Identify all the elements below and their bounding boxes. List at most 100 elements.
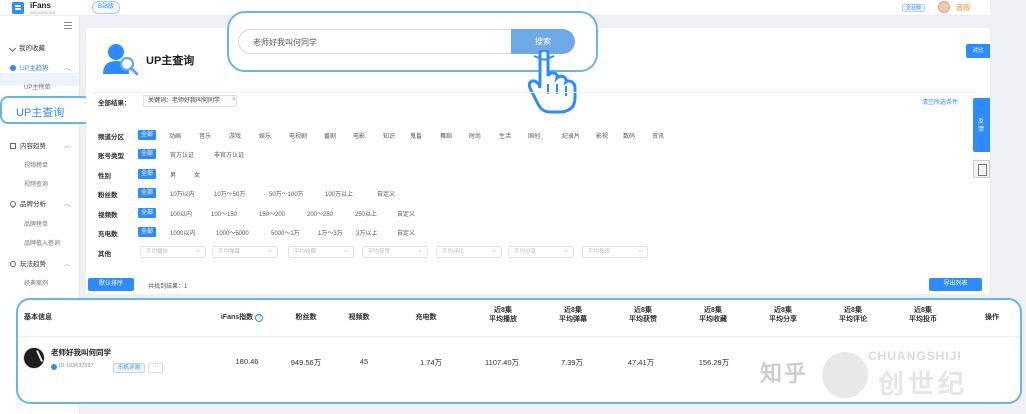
- filter-option[interactable]: 自定义: [377, 189, 395, 198]
- filter-dropdown[interactable]: 平均投币: [582, 246, 648, 258]
- sidebar-item-up-query[interactable]: UP主查询: [0, 96, 92, 124]
- table-header-cell[interactable]: 视频数: [342, 313, 376, 322]
- filter-option[interactable]: 音乐: [199, 131, 211, 140]
- sidebar-item-brand-analysis[interactable]: 品牌分析: [8, 198, 46, 209]
- filter-option[interactable]: 鬼畜: [410, 131, 422, 140]
- filter-option[interactable]: 3万以上: [356, 228, 377, 237]
- cell-avg-danmu: 7.39万: [560, 358, 584, 367]
- sidebar-item-label: 玩法趋势: [20, 261, 46, 268]
- filter-option[interactable]: 200～250: [307, 209, 333, 218]
- sidebar-item-video-query[interactable]: 视频查询: [24, 179, 48, 188]
- filter-option[interactable]: 150～200: [259, 209, 285, 218]
- filter-option[interactable]: 100～150: [211, 209, 237, 218]
- table-header-cell[interactable]: 近8集 平均投币: [896, 306, 950, 324]
- filter-dropdown[interactable]: 平均弹幕: [212, 246, 278, 258]
- filter-option[interactable]: 1000以内: [170, 228, 195, 237]
- menu-collapse-icon[interactable]: [64, 22, 72, 29]
- filter-dropdown[interactable]: 平均评论: [436, 246, 502, 258]
- sidebar-item-content-trend[interactable]: 内容趋势: [10, 140, 46, 150]
- filter-option-all[interactable]: 全部: [138, 149, 156, 159]
- filter-dropdown[interactable]: 平均播放: [140, 246, 206, 258]
- user-avatar[interactable]: [938, 1, 950, 13]
- watermark-wave-icon: [822, 352, 868, 398]
- filter-option[interactable]: 动画: [169, 131, 181, 140]
- sidebar-item-play-trend[interactable]: 玩法趋势: [10, 258, 46, 268]
- filter-option[interactable]: 番剧: [324, 131, 336, 140]
- filter-option[interactable]: 官方认证: [170, 150, 194, 159]
- sidebar-item-classic-case[interactable]: 经典案例: [24, 278, 48, 287]
- table-header-cell[interactable]: 近8集 平均弹幕: [546, 306, 600, 324]
- feedback-label: 反馈: [978, 119, 985, 133]
- filter-option[interactable]: 知识: [383, 131, 395, 140]
- sidebar-item-up-rank[interactable]: UP主榜单: [24, 82, 50, 91]
- up-name[interactable]: 老师好我叫何同学: [51, 347, 111, 358]
- filter-option[interactable]: 男: [170, 170, 176, 179]
- sidebar-item-video-rank[interactable]: 视频榜单: [24, 160, 48, 169]
- filter-option[interactable]: 游戏: [229, 131, 241, 140]
- clear-filters-link[interactable]: 清空所选条件: [922, 97, 958, 106]
- table-header-cell[interactable]: 近8集 平均播放: [476, 306, 530, 324]
- feedback-button[interactable]: 反馈: [973, 98, 990, 152]
- default-sort-button[interactable]: 默认排序: [88, 278, 134, 291]
- filter-option[interactable]: 自定义: [397, 228, 415, 237]
- search-input[interactable]: 老师好我叫何同学: [238, 29, 511, 54]
- filter-option[interactable]: 生活: [499, 131, 511, 140]
- filter-option-all[interactable]: 全部: [138, 130, 156, 140]
- username[interactable]: 薇薇: [956, 3, 970, 13]
- filter-option[interactable]: 时尚: [469, 131, 481, 140]
- sidebar-item-favorites[interactable]: 我的收藏: [8, 42, 45, 53]
- table-header-cell[interactable]: iFans指数?: [214, 313, 270, 322]
- table-header-cell[interactable]: 充电数: [406, 313, 446, 322]
- filter-option[interactable]: 自定义: [397, 209, 415, 218]
- filter-dropdown[interactable]: 平均获赞: [362, 246, 428, 258]
- table-header-cell[interactable]: 近8集 平均评论: [826, 306, 880, 324]
- table-header-cell[interactable]: 近8集 平均分享: [756, 306, 810, 324]
- filter-option[interactable]: 250以上: [355, 209, 377, 218]
- filter-option-all[interactable]: 全部: [138, 227, 156, 237]
- filter-option[interactable]: 舞蹈: [440, 131, 452, 140]
- filter-option[interactable]: 1万～3万: [318, 228, 343, 237]
- filter-option[interactable]: 国创: [528, 131, 540, 140]
- sidebar-item-brand-rank[interactable]: 品牌榜单: [24, 219, 48, 228]
- filter-option[interactable]: 10万～50万: [214, 189, 245, 198]
- filter-option-all[interactable]: 全部: [138, 208, 156, 218]
- chevron-up-icon: ︿: [64, 66, 71, 72]
- filter-option-all[interactable]: 全部: [138, 188, 156, 198]
- table-header-cell[interactable]: 粉丝数: [284, 313, 328, 322]
- filter-option[interactable]: 10万以内: [170, 189, 195, 198]
- up-tag: 乐机评测: [113, 363, 146, 373]
- table-header-cell[interactable]: 近8集 平均获赞: [616, 306, 670, 324]
- help-icon[interactable]: ?: [255, 314, 264, 322]
- result-count: 共找到结果：1: [148, 284, 188, 290]
- filter-option[interactable]: 资讯: [652, 131, 664, 140]
- export-list-button[interactable]: 导出列表: [929, 278, 982, 291]
- filter-option[interactable]: 1000～5000: [216, 228, 249, 237]
- filter-option[interactable]: 电影: [353, 131, 365, 140]
- filter-dropdown[interactable]: 平均分享: [508, 246, 574, 258]
- avatar[interactable]: [23, 347, 45, 369]
- version-switch-button[interactable]: B站版: [92, 1, 121, 14]
- all-results-label: 全部结果：: [98, 100, 131, 107]
- filter-option[interactable]: 50万～100万: [269, 189, 304, 198]
- filter-option[interactable]: 娱乐: [259, 131, 271, 140]
- table-header-cell[interactable]: 近8集 平均收藏: [686, 306, 740, 324]
- clipboard-icon[interactable]: [973, 160, 990, 178]
- filter-option[interactable]: 电视剧: [289, 131, 307, 140]
- more-tags-button[interactable]: ···: [148, 363, 163, 373]
- chevron-up-icon: ︿: [64, 262, 71, 268]
- filter-option[interactable]: 5000～1万: [271, 228, 300, 237]
- filter-option[interactable]: 纪录片: [562, 131, 580, 140]
- remove-chip-icon[interactable]: ×: [232, 97, 236, 103]
- filter-option[interactable]: 100万以上: [325, 189, 353, 198]
- filter-option-all[interactable]: 全部: [138, 169, 156, 179]
- filter-dropdown[interactable]: 平均收藏: [288, 246, 354, 258]
- sidebar-item-brand-input[interactable]: 品牌植入查询: [24, 238, 60, 247]
- filter-option[interactable]: 女: [194, 170, 200, 179]
- filter-option[interactable]: 100以内: [170, 209, 192, 218]
- filter-option[interactable]: 非官方认证: [214, 150, 244, 159]
- filter-option[interactable]: 影视: [596, 131, 608, 140]
- compare-button[interactable]: 对比: [966, 44, 990, 58]
- table-header-cell: 基本信息: [24, 314, 52, 321]
- filter-option[interactable]: 数码: [623, 131, 635, 140]
- sidebar-item-up-trend[interactable]: UP主趋势: [10, 62, 49, 72]
